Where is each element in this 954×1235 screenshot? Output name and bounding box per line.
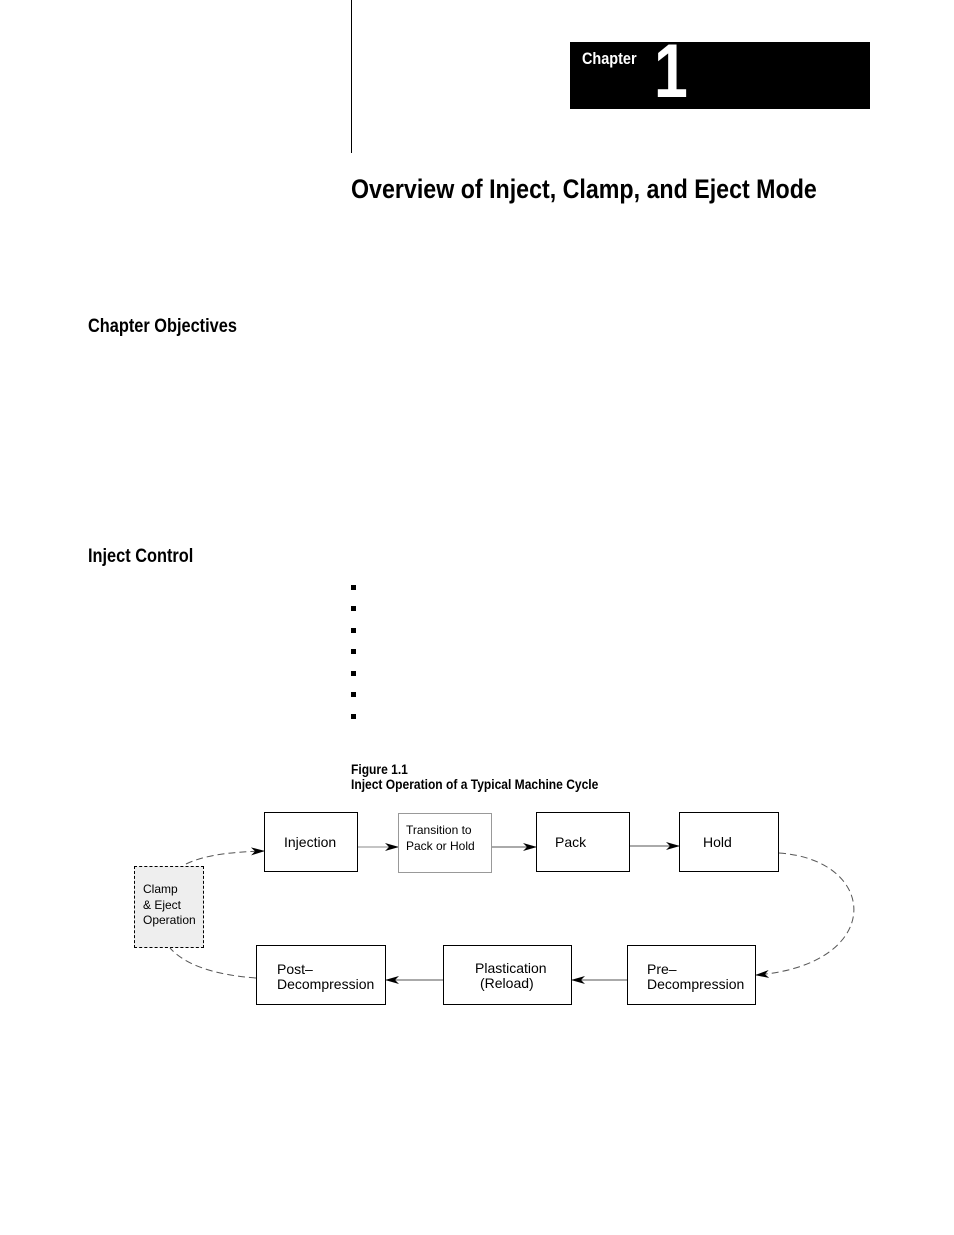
node-label: Hold [703, 834, 732, 850]
arrow-clamp-injection [185, 847, 265, 865]
cycle-diagram [169, 842, 855, 984]
node-label: Decompression [277, 976, 375, 992]
node-hold: Hold [679, 812, 779, 872]
node-label: & Eject [143, 898, 182, 912]
node-post-decompression: Post– Decompression [256, 945, 386, 1005]
node-label: Clamp [143, 882, 178, 896]
node-label: Plastication [475, 960, 547, 976]
node-label: Operation [143, 913, 196, 927]
node-transition: Transition to Pack or Hold [398, 813, 492, 873]
node-label: Decompression [647, 976, 745, 992]
node-label: Transition to [406, 823, 472, 837]
arrow-post-clamp [169, 947, 257, 979]
node-injection: Injection [264, 812, 358, 872]
node-plastication: Plastication (Reload) [443, 945, 572, 1005]
node-label: Post– [277, 961, 313, 977]
node-pack: Pack [536, 812, 630, 872]
node-label: Pre– [647, 961, 677, 977]
node-label: Pack [555, 834, 587, 850]
node-label: Pack or Hold [406, 839, 475, 853]
node-label: Injection [284, 834, 337, 850]
node-clamp-eject: Clamp & Eject Operation [134, 866, 204, 948]
node-label: (Reload) [480, 975, 534, 991]
node-pre-decompression: Pre– Decompression [627, 945, 756, 1005]
